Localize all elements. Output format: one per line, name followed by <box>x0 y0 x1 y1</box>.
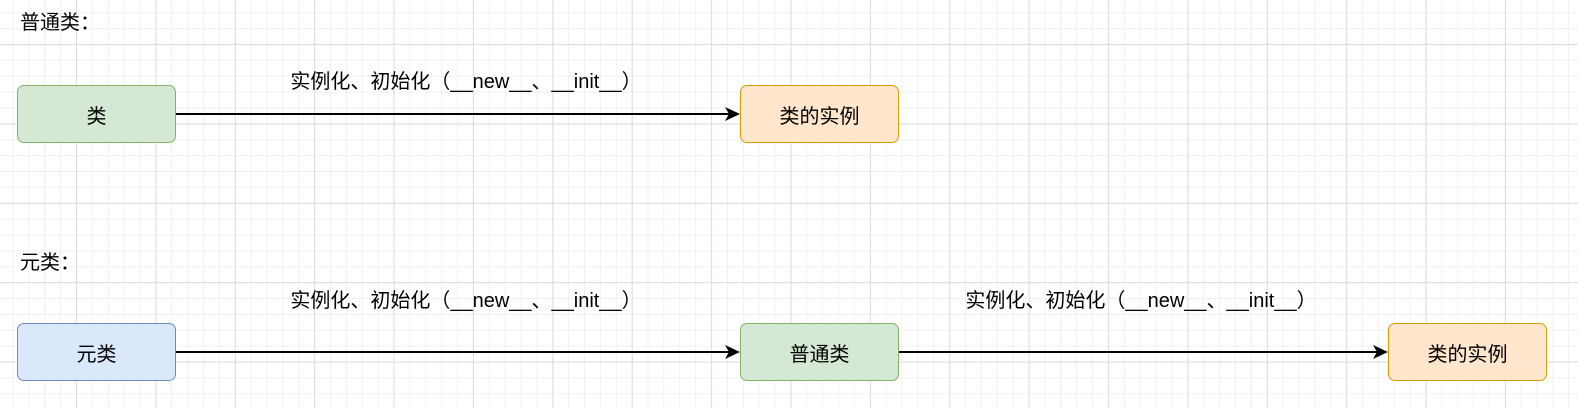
node-label: 类 <box>86 105 107 128</box>
node-label: 类的实例 <box>1427 343 1508 366</box>
edge-label-class-to-ordinary-instance: 实例化、初始化（__new__、__init__） <box>965 290 1317 312</box>
edge-label-class-to-instance: 实例化、初始化（__new__、__init__） <box>290 71 642 93</box>
node-class[interactable]: 类 <box>17 85 176 143</box>
node-label: 普通类 <box>789 343 850 366</box>
node-metaclass[interactable]: 元类 <box>17 323 176 381</box>
node-ordinary-class[interactable]: 普通类 <box>740 323 899 381</box>
edge-class-to-ordinary-instance[interactable] <box>899 345 1388 359</box>
node-ordinary-instance[interactable]: 类的实例 <box>1388 323 1547 381</box>
edge-label-metaclass-to-class: 实例化、初始化（__new__、__init__） <box>290 290 642 312</box>
node-label: 元类 <box>76 343 117 366</box>
edge-metaclass-to-class[interactable] <box>176 345 740 359</box>
edge-class-to-instance[interactable] <box>176 107 740 121</box>
diagram-canvas: 普通类： 元类： 实例化、初始化（__new__、__init__） 实例化、初… <box>0 0 1578 408</box>
node-label: 类的实例 <box>779 105 860 128</box>
node-class-instance[interactable]: 类的实例 <box>740 85 899 143</box>
